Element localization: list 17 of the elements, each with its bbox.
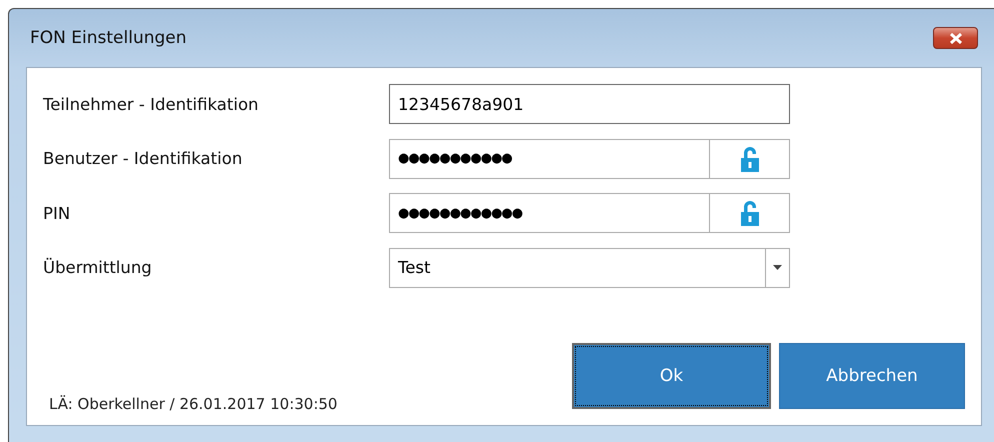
lock-icon bbox=[740, 200, 760, 226]
field-label: Teilnehmer - Identifikation bbox=[43, 94, 260, 114]
dropdown-caret-icon bbox=[773, 265, 782, 270]
dropdown[interactable]: Test bbox=[389, 248, 790, 288]
text-field[interactable]: 12345678a901 bbox=[389, 84, 790, 124]
password-field[interactable]: ●●●●●●●●●●● bbox=[389, 138, 790, 178]
last-change-text: LÄ: Oberkellner / 26.01.2017 10:30:50 bbox=[49, 395, 338, 413]
window-title: FON Einstellungen bbox=[30, 28, 187, 48]
close-icon bbox=[948, 32, 962, 44]
lock-icon bbox=[740, 146, 760, 172]
password-field[interactable]: ●●●●●●●●●●●● bbox=[389, 193, 790, 233]
field-label: Übermittlung bbox=[43, 258, 153, 277]
cancel-button[interactable]: Abbrechen bbox=[779, 343, 965, 409]
ok-button[interactable]: Ok bbox=[572, 343, 771, 409]
field-label: PIN bbox=[43, 204, 72, 222]
close-button[interactable] bbox=[933, 27, 978, 49]
field-label: Benutzer - Identifikation bbox=[43, 149, 244, 168]
